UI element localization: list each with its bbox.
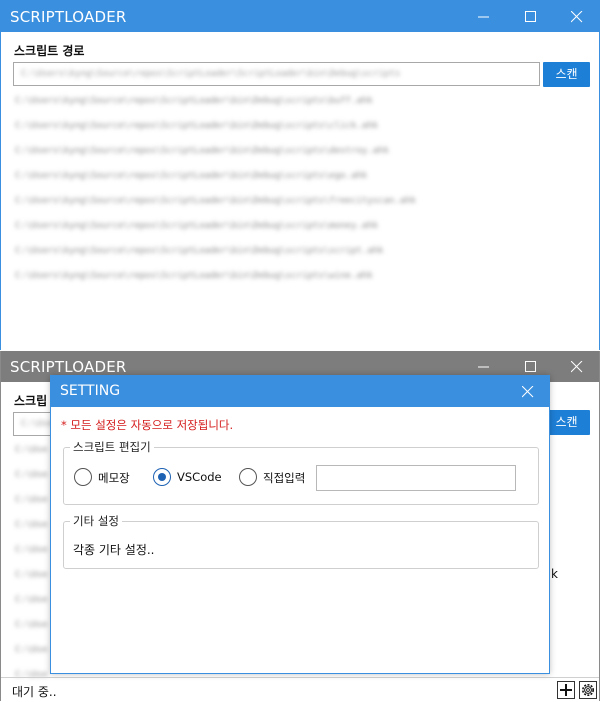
settings-button[interactable] — [579, 681, 597, 699]
minimize-icon — [478, 366, 489, 368]
status-text: 대기 중.. — [12, 685, 57, 699]
status-bar: 대기 중.. — [1, 677, 599, 701]
etc-group: 기타 설정 각종 기타 설정.. — [63, 513, 539, 569]
radio-button[interactable] — [153, 468, 171, 486]
editor-group: 스크립트 편집기 메모장 VSCode 직접입력 — [63, 439, 539, 505]
list-item[interactable]: C:\Users\kyng\Source\repos\ScriptLoader\… — [15, 93, 575, 118]
minimize-icon — [478, 16, 489, 18]
gear-icon — [582, 684, 594, 696]
radio-label: VSCode — [177, 470, 222, 484]
dialog-close-button[interactable] — [511, 376, 551, 407]
scan-button[interactable]: 스캔 — [543, 410, 590, 435]
list-item[interactable]: C:\Users\kyng\Source\repos\ScriptLoader\… — [15, 118, 575, 143]
overflow-text: k — [551, 567, 558, 581]
list-item[interactable]: C:\Users\kyng\Source\repos\ScriptLoader\… — [15, 168, 575, 193]
radio-custom[interactable]: 직접입력 — [239, 468, 319, 488]
title-bar[interactable]: SCRIPTLOADER — [1, 1, 599, 32]
etc-description: 각종 기타 설정.. — [73, 543, 155, 557]
radio-vscode[interactable]: VSCode — [153, 468, 233, 488]
script-path-label: 스크립트 경로 — [14, 44, 85, 58]
radio-button[interactable] — [74, 468, 92, 486]
dialog-title: SETTING — [60, 383, 121, 399]
radio-label: 메모장 — [98, 471, 130, 485]
custom-editor-input[interactable] — [316, 465, 516, 491]
window-title: SCRIPTLOADER — [10, 8, 127, 26]
list-item[interactable]: C:\Users\kyng\Source\repos\ScriptLoader\… — [15, 143, 575, 168]
dialog-title-bar[interactable]: SETTING — [51, 376, 549, 407]
script-path-value: C:\Use — [21, 419, 54, 429]
close-button[interactable] — [554, 351, 600, 382]
etc-group-legend: 기타 설정 — [70, 513, 122, 529]
close-icon — [571, 11, 583, 23]
list-item[interactable]: C:\Users\kyng\Source\repos\ScriptLoader\… — [15, 193, 575, 218]
editor-group-legend: 스크립트 편집기 — [70, 439, 154, 455]
maximize-icon — [525, 361, 536, 372]
radio-button[interactable] — [239, 468, 257, 486]
list-item[interactable]: C:\Users\kyng\Source\repos\ScriptLoader\… — [15, 243, 575, 268]
setting-dialog: SETTING * 모든 설정은 자동으로 저장됩니다. 스크립트 편집기 메모… — [50, 375, 550, 674]
list-item[interactable]: C:\Users\kyng\Source\repos\ScriptLoader\… — [15, 218, 575, 243]
script-path-input[interactable]: C:\Use — [13, 412, 54, 436]
plus-icon — [560, 684, 572, 696]
scan-button[interactable]: 스캔 — [543, 62, 590, 87]
autosave-notice: * 모든 설정은 자동으로 저장됩니다. — [61, 418, 234, 432]
script-file-list: C:\Users\kyng\Source\repos\ScriptLoader\… — [15, 93, 575, 293]
list-item[interactable]: C:\Users\kyng\Source\repos\ScriptLoader\… — [15, 268, 575, 293]
add-button[interactable] — [557, 681, 575, 699]
minimize-button[interactable] — [461, 1, 507, 32]
radio-label: 직접입력 — [263, 471, 306, 485]
close-icon — [571, 361, 583, 373]
window-title: SCRIPTLOADER — [10, 358, 127, 376]
maximize-icon — [525, 11, 536, 22]
script-path-input[interactable]: C:\Users\kyng\Source\repos\ScriptLoader\… — [13, 62, 540, 86]
scriptloader-window-back: SCRIPTLOADER 스크립트 경로 C:\Users\kyng\Sourc… — [0, 0, 600, 350]
script-path-value: C:\Users\kyng\Source\repos\ScriptLoader\… — [21, 69, 401, 79]
close-button[interactable] — [554, 1, 600, 32]
close-icon — [522, 386, 534, 398]
maximize-button[interactable] — [508, 1, 554, 32]
script-path-label: 스크립 — [14, 394, 48, 408]
radio-notepad[interactable]: 메모장 — [74, 468, 144, 488]
